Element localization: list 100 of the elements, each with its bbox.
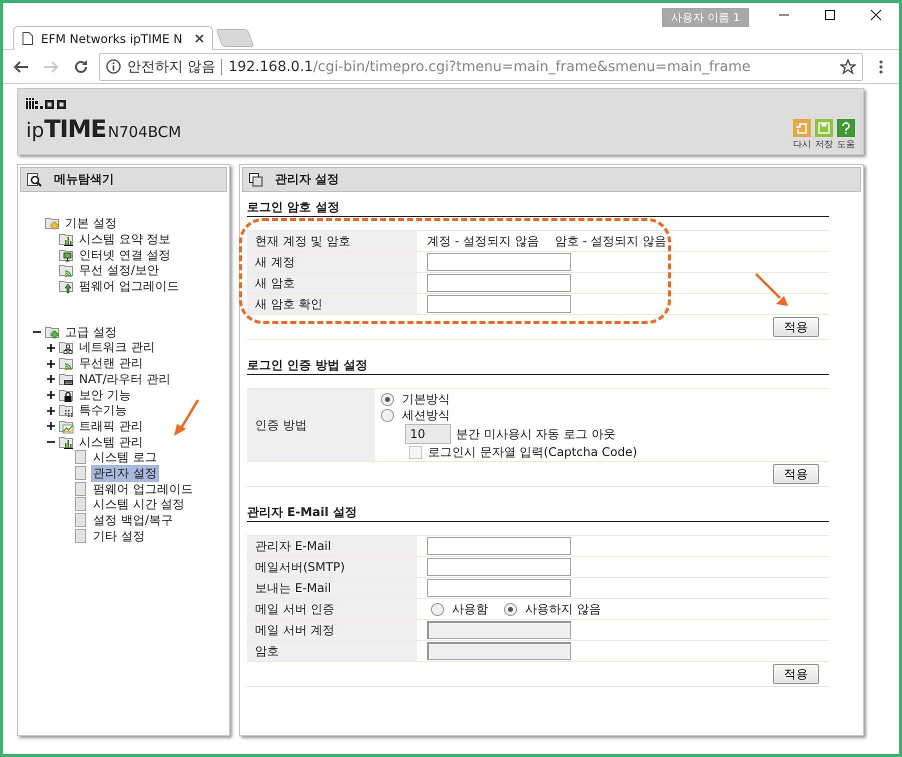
wifi-icon: [59, 263, 74, 278]
input-field[interactable]: [427, 274, 571, 292]
option-label: 세션방식: [402, 408, 450, 423]
timeout-field[interactable]: 10: [405, 424, 451, 444]
help-button[interactable]: 도움: [837, 119, 855, 151]
upgrade-icon: [59, 279, 74, 294]
chart-icon: [59, 434, 74, 450]
monitor-icon: [59, 248, 74, 263]
apply-button[interactable]: 적용: [773, 464, 819, 484]
input-field[interactable]: [427, 537, 571, 555]
radio-button[interactable]: [431, 602, 444, 616]
help-icon: [837, 119, 855, 137]
star-icon[interactable]: [840, 58, 856, 74]
field-label: 보내는 E-Mail: [247, 578, 417, 598]
grid-icon: [59, 403, 74, 418]
option-label: 사용함: [452, 602, 488, 616]
save-icon: [815, 119, 833, 137]
close-icon[interactable]: [870, 9, 882, 21]
menu-item[interactable]: 설정 백업/복구: [91, 512, 175, 530]
section-title: 로그인 암호 설정: [247, 200, 829, 217]
menu-item[interactable]: 시스템 시간 설정: [91, 496, 187, 514]
page-icon: [73, 528, 88, 544]
option-label: 기본방식: [402, 392, 450, 407]
input-field[interactable]: [427, 579, 571, 597]
field-label: 인증 방법: [247, 389, 375, 461]
menu-item[interactable]: 펌웨어 업그레이드: [91, 480, 195, 498]
close-icon[interactable]: [195, 34, 204, 43]
network-icon: [59, 340, 74, 356]
radio-button[interactable]: [504, 602, 517, 616]
expand-icon[interactable]: [47, 375, 55, 384]
menu-item[interactable]: 네트워크 관리: [77, 339, 157, 356]
maximize-icon[interactable]: [824, 9, 836, 21]
security-label: 안전하지 않음: [127, 58, 216, 76]
info-icon[interactable]: [106, 59, 121, 74]
menu-item[interactable]: 보안 기능: [77, 386, 133, 404]
page-icon: [73, 450, 88, 466]
input-field[interactable]: [427, 295, 571, 313]
expand-icon[interactable]: [47, 360, 55, 368]
address-bar[interactable]: 안전하지 않음 192.168.0.1/cgi-bin/timepro.cgi?tmenu=main_frame&smenu=main_frame: [99, 52, 863, 80]
field-label: 관리자 E-Mail: [247, 536, 417, 556]
menu-item[interactable]: 무선랜 관리: [77, 355, 145, 372]
page-icon: [73, 497, 88, 512]
expand-icon[interactable]: [47, 406, 55, 415]
field-label: 현재 계정 및 암호: [247, 231, 417, 251]
apply-button[interactable]: 적용: [773, 317, 819, 337]
field-label: 메일 서버 인증: [247, 599, 417, 619]
menu-item[interactable]: 관리자 설정: [91, 464, 159, 482]
panel-title: 메뉴탐색기: [54, 171, 114, 188]
field-label: 암호: [247, 641, 417, 661]
menu-item[interactable]: NAT/라우터 관리: [77, 370, 172, 388]
wifi-icon: [59, 356, 74, 372]
field-text: 분간 미사용시 자동 로그 아웃: [456, 426, 616, 442]
field-label: 새 암호 확인: [247, 294, 417, 314]
menu-item[interactable]: 기본 설정: [63, 215, 119, 232]
save-button[interactable]: 저장: [815, 119, 833, 151]
section-title: 로그인 인증 방법 설정: [247, 358, 829, 375]
menu-item[interactable]: 시스템 요약 정보: [77, 231, 173, 248]
lock-icon: [59, 388, 74, 403]
reset-button[interactable]: 다시: [793, 119, 811, 151]
reset-icon: [793, 119, 811, 137]
model-name: N704BCM: [108, 123, 182, 141]
menu-item[interactable]: 시스템 로그: [91, 449, 159, 466]
menu-item[interactable]: 펌웨어 업그레이드: [77, 278, 181, 296]
radio-button[interactable]: [381, 409, 394, 422]
chart-icon: [59, 232, 74, 248]
brand-logo: ipTIME: [26, 115, 106, 143]
apply-button[interactable]: 적용: [773, 664, 819, 684]
menu-item[interactable]: 특수기능: [77, 402, 129, 420]
menu-item[interactable]: 무선 설정/보안: [77, 262, 161, 280]
search-icon[interactable]: [27, 172, 42, 186]
input-field[interactable]: [427, 558, 571, 576]
browser-tab[interactable]: EFM Networks ipTIME N: [13, 26, 213, 50]
windows-icon: [249, 172, 263, 186]
input-field[interactable]: [427, 253, 571, 271]
menu-item[interactable]: 고급 설정: [63, 324, 119, 341]
expand-icon[interactable]: [47, 344, 55, 352]
field-value: 계정 - 설정되지 않음: [427, 234, 539, 248]
menu-item[interactable]: 인터넷 연결 설정: [77, 246, 173, 264]
back-icon[interactable]: [13, 58, 29, 74]
page-icon: [22, 32, 33, 45]
checkbox-label: 로그인시 문자열 입력(Captcha Code): [428, 445, 638, 460]
field-value: 암호 - 설정되지 않음: [554, 234, 667, 248]
folder-icon: [45, 324, 60, 340]
menu-item[interactable]: 시스템 관리: [77, 434, 145, 451]
section-title: 관리자 E-Mail 설정: [247, 505, 829, 522]
expand-icon[interactable]: [47, 391, 55, 400]
url-text: 192.168.0.1/cgi-bin/timepro.cgi?tmenu=main_frame&smenu=main_frame: [228, 58, 750, 74]
field-label: 메일서버(SMTP): [247, 557, 417, 577]
folder-icon: [45, 216, 60, 232]
expand-icon[interactable]: [47, 422, 55, 430]
field-label: 메일 서버 계정: [247, 620, 417, 640]
reload-icon[interactable]: [73, 58, 89, 74]
radio-button[interactable]: [381, 393, 394, 406]
menu-item[interactable]: 트래픽 관리: [77, 418, 145, 435]
panel-title: 관리자 설정: [275, 171, 340, 188]
traffic-chart-icon: [59, 418, 74, 434]
router-icon: [59, 372, 74, 387]
page-icon: [73, 513, 88, 528]
menu-item[interactable]: 기타 설정: [91, 528, 147, 545]
page-icon: [73, 482, 88, 497]
